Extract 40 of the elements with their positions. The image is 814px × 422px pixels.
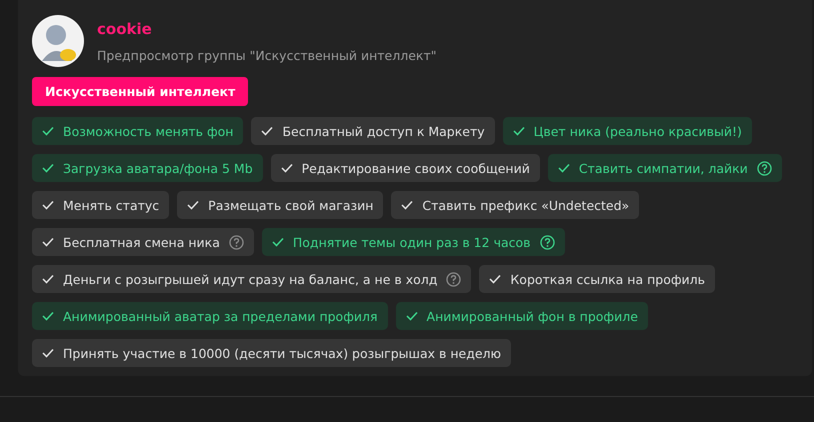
perk-chip: Поднятие темы один раз в 12 часов <box>262 228 564 256</box>
check-icon <box>42 311 54 321</box>
perk-chip: Анимированный аватар за пределами профиля <box>32 302 388 330</box>
check-icon <box>261 126 274 136</box>
check-icon <box>42 348 54 358</box>
preview-subtitle: Предпросмотр группы "Искусственный интеллект" <box>97 48 436 62</box>
perk-chip: Анимированный фон в профиле <box>396 302 648 330</box>
perk-chip: Деньги с розыгрышей идут сразу на баланс, а не в холд <box>32 265 472 293</box>
check-icon <box>280 163 293 173</box>
perk-chip: Бесплатная смена ника <box>32 228 254 256</box>
perk-chip: Принять участие в 10000 (десяти тысячах) розыгрышах в неделю <box>32 339 512 367</box>
perk-chip: Загрузка аватара/фона 5 Mb <box>32 154 263 182</box>
perk-chip: Ставить симпатии, лайки <box>548 154 782 182</box>
check-icon <box>42 126 54 136</box>
check-icon <box>406 311 418 321</box>
perk-chip: Короткая ссылка на профиль <box>479 265 716 293</box>
check-icon <box>42 163 54 173</box>
avatar <box>32 15 84 67</box>
check-icon <box>558 163 570 173</box>
check-icon <box>187 200 200 210</box>
check-icon <box>42 200 54 210</box>
perk-chip: Цвет ника (реально красивый!) <box>502 117 752 145</box>
check-icon <box>272 237 284 247</box>
help-icon[interactable] <box>228 234 244 250</box>
check-icon <box>42 274 54 284</box>
perk-chip: Менять статус <box>32 191 170 219</box>
check-icon <box>512 126 525 136</box>
perk-chip: Бесплатный доступ к Маркету <box>251 117 495 145</box>
perk-chip: Редактирование своих сообщений <box>270 154 540 182</box>
check-icon <box>489 274 502 284</box>
user-name[interactable]: cookie <box>97 20 436 38</box>
perk-chip: Возможность менять фон <box>32 117 244 145</box>
help-icon[interactable] <box>446 272 462 286</box>
perk-chip: Ставить префикс «Undetected» <box>391 191 640 219</box>
group-badge: Искусственный интеллект <box>32 77 248 106</box>
check-icon <box>42 237 54 247</box>
help-icon[interactable] <box>756 160 772 176</box>
help-icon[interactable] <box>540 234 554 250</box>
check-icon <box>401 200 414 210</box>
perk-chip: Размещать свой магазин <box>177 191 384 219</box>
